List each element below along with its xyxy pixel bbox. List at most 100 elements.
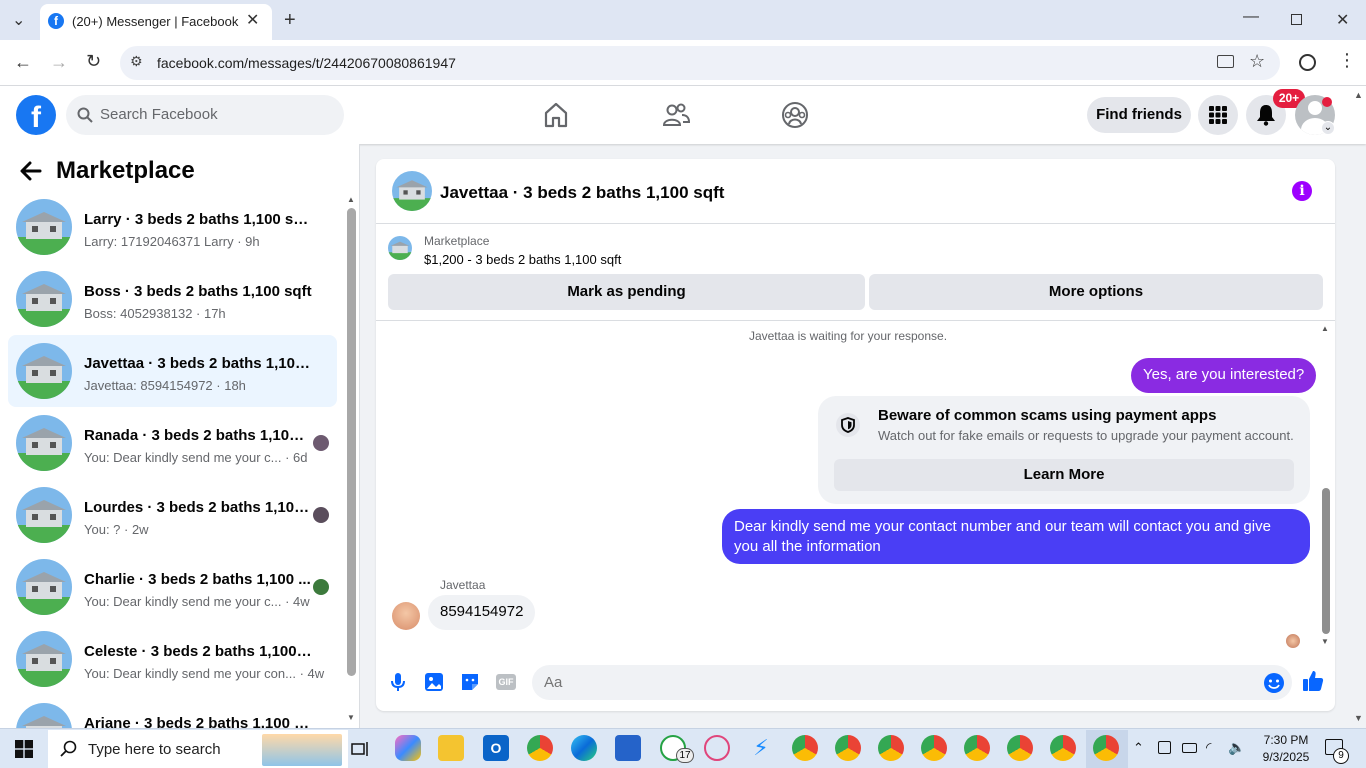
conversation-item[interactable]: Ranada · 3 beds 2 baths 1,100 ... You: De… xyxy=(8,407,337,479)
conversation-preview: You: Dear kindly send me your c... · 6d xyxy=(84,450,308,465)
page-scroll-down-icon[interactable]: ▼ xyxy=(1354,713,1363,723)
copilot-icon[interactable] xyxy=(395,735,421,761)
battery-icon[interactable] xyxy=(1182,743,1197,753)
emoji-icon[interactable] xyxy=(1262,671,1286,695)
facebook-favicon-icon: f xyxy=(48,13,64,29)
new-tab-icon[interactable]: + xyxy=(284,9,296,32)
search-facebook-input[interactable]: Search Facebook xyxy=(66,95,344,135)
photo-icon[interactable] xyxy=(422,670,446,694)
conversation-item[interactable]: Celeste · 3 beds 2 baths 1,100 sqft You: … xyxy=(8,623,337,695)
meet-now-icon[interactable] xyxy=(1158,741,1171,754)
sender-name: Javettaa xyxy=(440,578,486,592)
friends-icon[interactable] xyxy=(661,100,691,130)
chat-scroll-down-icon[interactable]: ▼ xyxy=(1321,637,1329,646)
sidebar-title: Marketplace xyxy=(56,157,195,184)
conversation-item[interactable]: Charlie · 3 beds 2 baths 1,100 ... You: D… xyxy=(8,551,337,623)
minimize-icon[interactable]: — xyxy=(1243,8,1259,26)
site-info-icon[interactable]: ⚙ xyxy=(130,53,143,70)
chrome-profile-icon[interactable] xyxy=(835,735,861,761)
sidebar-scroll-up-icon[interactable]: ▲ xyxy=(347,195,355,204)
conversation-preview: You: Dear kindly send me your con... · 4… xyxy=(84,666,325,681)
chrome-profile-icon[interactable] xyxy=(792,735,818,761)
grid-icon xyxy=(1209,106,1227,124)
url-text[interactable]: facebook.com/messages/t/2442067008086194… xyxy=(157,55,456,71)
sidebar-scroll-down-icon[interactable]: ▼ xyxy=(347,713,355,722)
sticker-icon[interactable] xyxy=(458,670,482,694)
browser-menu-icon[interactable]: ⋮ xyxy=(1338,50,1356,71)
browser-tab[interactable]: f (20+) Messenger | Facebook ✕ xyxy=(40,4,272,40)
conversation-name: Charlie · 3 beds 2 baths 1,100 ... xyxy=(84,571,311,588)
window-close-icon[interactable]: ✕ xyxy=(1336,10,1349,30)
volume-icon[interactable]: 🔈 xyxy=(1228,739,1245,756)
sender-avatar[interactable] xyxy=(392,602,420,630)
chrome-active-icon[interactable] xyxy=(1093,735,1119,761)
gif-icon[interactable]: GIF xyxy=(496,674,516,690)
restore-icon[interactable] xyxy=(1291,14,1302,25)
outgoing-message[interactable]: Yes, are you interested? xyxy=(1131,358,1317,393)
conversation-preview: Boss: 4052938132 · 17h xyxy=(84,306,226,321)
chat-scrollbar[interactable] xyxy=(1322,488,1330,634)
tray-chevron-icon[interactable]: ⌃ xyxy=(1133,740,1144,756)
wifi-icon[interactable]: ◜ xyxy=(1206,739,1211,756)
more-options-button[interactable]: More options xyxy=(869,274,1323,310)
outlook-icon[interactable]: O xyxy=(483,735,509,761)
menu-grid-button[interactable] xyxy=(1198,95,1238,135)
file-explorer-icon[interactable] xyxy=(438,735,464,761)
edge-icon[interactable] xyxy=(571,735,597,761)
profile-icon[interactable] xyxy=(1299,54,1316,71)
account-chevron-icon[interactable]: ⌄ xyxy=(1321,121,1335,135)
chat-listing-thumbnail[interactable] xyxy=(392,171,432,211)
tab-close-icon[interactable]: ✕ xyxy=(246,10,259,30)
bookmark-star-icon[interactable]: ☆ xyxy=(1249,51,1265,72)
forward-icon[interactable]: → xyxy=(50,52,68,73)
facebook-logo[interactable]: f xyxy=(16,95,56,135)
message-composer[interactable] xyxy=(532,665,1292,700)
task-view-icon[interactable] xyxy=(350,739,370,759)
chrome-profile-icon[interactable] xyxy=(1007,735,1033,761)
house-photo-icon xyxy=(392,171,432,211)
tab-search-chevron-icon[interactable]: ⌄ xyxy=(12,10,25,30)
sidebar-scrollbar[interactable] xyxy=(347,208,356,676)
snipping-tool-icon[interactable] xyxy=(704,735,730,761)
install-app-icon[interactable] xyxy=(1217,55,1234,68)
chrome-profile-icon[interactable] xyxy=(878,735,904,761)
learn-more-button[interactable]: Learn More xyxy=(834,459,1294,491)
listing-thumbnail xyxy=(16,343,72,399)
marketplace-label: Marketplace xyxy=(424,234,490,248)
power-automate-icon[interactable]: ⚡ xyxy=(748,735,774,761)
mark-as-pending-button[interactable]: Mark as pending xyxy=(388,274,865,310)
back-icon[interactable]: ← xyxy=(14,52,32,73)
chrome-profile-icon[interactable] xyxy=(1050,735,1076,761)
conversation-info-icon[interactable]: i xyxy=(1292,181,1312,201)
microphone-icon[interactable] xyxy=(386,670,410,694)
home-icon[interactable] xyxy=(541,100,571,130)
house-photo-icon xyxy=(388,236,412,260)
store-icon[interactable] xyxy=(615,735,641,761)
windows-start-icon[interactable] xyxy=(15,740,33,758)
house-photo-icon xyxy=(16,415,72,471)
chrome-profile-icon[interactable] xyxy=(964,735,990,761)
house-photo-icon xyxy=(16,487,72,543)
listing-price[interactable]: $1,200 - 3 beds 2 baths 1,100 sqft xyxy=(424,252,621,267)
chrome-profile-icon[interactable] xyxy=(921,735,947,761)
page-scroll-up-icon[interactable]: ▲ xyxy=(1354,90,1363,100)
groups-icon[interactable] xyxy=(780,100,810,130)
chat-scroll-up-icon[interactable]: ▲ xyxy=(1321,324,1329,333)
conversation-item[interactable]: Lourdes · 3 beds 2 baths 1,100... You: ? … xyxy=(8,479,337,551)
reload-icon[interactable]: ↻ xyxy=(86,51,101,72)
conversation-item[interactable]: Larry · 3 beds 2 baths 1,100 sqft Larry: … xyxy=(8,191,337,263)
chat-title: Javettaa · 3 beds 2 baths 1,100 sqft xyxy=(440,183,725,202)
thumbs-up-icon[interactable] xyxy=(1301,669,1325,693)
conversation-item[interactable]: Boss · 3 beds 2 baths 1,100 sqft Boss: 40… xyxy=(8,263,337,335)
system-clock[interactable]: 7:30 PM 9/3/2025 xyxy=(1256,732,1316,766)
marketplace-thumbnail[interactable] xyxy=(388,236,412,260)
find-friends-button[interactable]: Find friends xyxy=(1087,97,1191,133)
windows-search-box[interactable]: Type here to search xyxy=(48,730,348,768)
message-input[interactable] xyxy=(544,665,1244,700)
scam-warning-body: Watch out for fake emails or requests to… xyxy=(878,428,1294,443)
outgoing-message[interactable]: Dear kindly send me your contact number … xyxy=(722,509,1310,564)
incoming-message[interactable]: 8594154972 xyxy=(428,595,536,630)
conversation-item[interactable]: Javettaa · 3 beds 2 baths 1,100 s... Jave… xyxy=(8,335,337,407)
back-arrow-icon[interactable] xyxy=(20,161,42,181)
chrome-icon[interactable] xyxy=(527,735,553,761)
